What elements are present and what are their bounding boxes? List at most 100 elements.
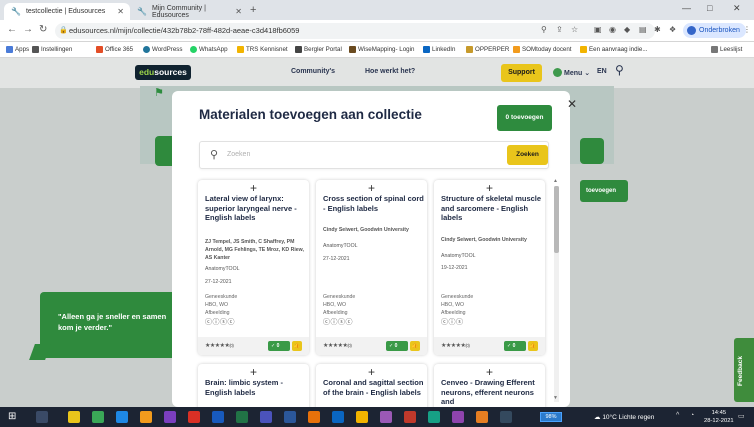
bookmark-wordpress[interactable]: WordPress [143, 46, 183, 53]
scroll-up-icon[interactable]: ▲ [553, 178, 558, 184]
zoom-icon[interactable]: ⚲ [541, 25, 547, 34]
card-title[interactable]: Structure of skeletal muscle and sarcome… [441, 194, 542, 223]
extension-icon[interactable]: ◆ [624, 25, 630, 34]
nav-how-it-works[interactable]: Hoe werkt het? [365, 68, 415, 75]
app-icon[interactable] [92, 411, 104, 423]
card-title[interactable]: Cenveo - Drawing Efferent neurons, effer… [441, 378, 542, 407]
teams-icon[interactable] [260, 411, 272, 423]
app-icon[interactable] [140, 411, 152, 423]
collection-count-badge[interactable]: ✓ 0 [504, 341, 526, 351]
edusources-logo[interactable]: edusources [135, 65, 191, 80]
bookmark-somtoday[interactable]: SOMtoday docent [513, 46, 572, 53]
material-card[interactable]: + Structure of skeletal muscle and sarco… [434, 180, 545, 355]
material-card[interactable]: + Cenveo - Drawing Efferent neurons, eff… [434, 364, 545, 407]
bookmark-linkedin[interactable]: LinkedIn [423, 46, 455, 53]
word-icon[interactable] [212, 411, 224, 423]
network-icon[interactable]: ◔ [690, 412, 694, 419]
search-icon[interactable]: ⚲ [615, 63, 624, 77]
forward-icon[interactable]: → [23, 24, 33, 35]
puzzle-icon[interactable]: ❖ [669, 25, 676, 34]
app-icon[interactable] [404, 411, 416, 423]
extension-icon[interactable]: ◉ [609, 25, 616, 34]
card-title[interactable]: Brain: limbic system - English labels [205, 378, 306, 397]
bookmark-office365[interactable]: Office 365 [96, 46, 133, 53]
bookmark-whatsapp[interactable]: WhatsApp [190, 46, 228, 53]
bookmark-wisemapping[interactable]: WiseMapping- Login [349, 46, 414, 53]
search-input[interactable]: ⚲ Zoeken Zoeken [199, 141, 549, 169]
browser-tab[interactable]: 🔧 Mijn Community | Edusources ✕ [130, 3, 248, 20]
add-selected-button[interactable]: 0 toevoegen [497, 105, 552, 131]
menu-button[interactable]: Menu ⌄ [553, 68, 590, 77]
app-icon[interactable] [452, 411, 464, 423]
app-icon[interactable] [164, 411, 176, 423]
tray-arrow-icon[interactable]: ^ [676, 412, 679, 419]
close-icon[interactable]: ✕ [117, 7, 124, 16]
minimize-icon[interactable]: — [682, 3, 691, 13]
app-icon[interactable] [476, 411, 488, 423]
feedback-tab[interactable]: Feedback [734, 338, 754, 402]
file-explorer-icon[interactable] [68, 411, 80, 423]
reading-list[interactable]: Leeslijst [711, 46, 742, 53]
collection-count-badge[interactable]: ✓ 0 [386, 341, 408, 351]
material-card[interactable]: + Lateral view of larynx: superior laryn… [198, 180, 309, 355]
support-button[interactable]: Support [501, 64, 542, 82]
scrollbar-thumb[interactable] [554, 186, 559, 253]
bookmark-trs-kennisnet[interactable]: TRS Kennisnet [237, 46, 288, 53]
extension-icon[interactable]: ▣ [594, 25, 602, 34]
card-title[interactable]: Cross section of spinal cord - English l… [323, 194, 424, 213]
app-icon[interactable] [380, 411, 392, 423]
app-icon[interactable] [356, 411, 368, 423]
url-field[interactable]: 🔒 edusources.nl/mijn/collectie/432b78b2-… [55, 23, 655, 39]
windows-start-icon[interactable]: ⊞ [8, 411, 16, 422]
language-switch[interactable]: EN [597, 68, 607, 75]
scroll-down-icon[interactable]: ▼ [553, 395, 558, 401]
notification-icon[interactable]: ▭ [738, 412, 745, 420]
bookmark-instellingen[interactable]: Instellingen [32, 46, 72, 53]
card-title[interactable]: Coronal and sagittal section of the brai… [323, 378, 424, 397]
search-button[interactable]: Zoeken [507, 145, 548, 165]
app-icon[interactable] [284, 411, 296, 423]
close-icon[interactable]: ✕ [567, 97, 577, 111]
material-card[interactable]: + Cross section of spinal cord - English… [316, 180, 427, 355]
star-icon[interactable]: ☆ [571, 25, 578, 34]
battery-indicator[interactable]: 98% [540, 412, 562, 422]
add-icon[interactable]: + [316, 180, 427, 194]
bookmark-bergler[interactable]: Bergler Portal [295, 46, 342, 53]
weather-widget[interactable]: ☁ 10°C Lichte regen [594, 413, 654, 421]
maximize-icon[interactable]: □ [707, 3, 712, 13]
bookmark-aanvraag[interactable]: Een aanvraag indie... [580, 46, 647, 53]
reload-icon[interactable]: ↻ [39, 24, 47, 35]
app-icon[interactable] [428, 411, 440, 423]
kebab-menu-icon[interactable]: ⋮ [743, 25, 751, 34]
extension-icon[interactable]: ✱ [654, 25, 661, 34]
app-icon[interactable] [500, 411, 512, 423]
add-icon[interactable]: + [434, 364, 545, 378]
nav-communities[interactable]: Community's [291, 68, 335, 75]
task-view-icon[interactable] [36, 411, 48, 423]
extension-icon[interactable]: ▤ [639, 25, 647, 34]
system-clock[interactable]: 14:45 28-12-2021 [704, 410, 734, 425]
add-icon[interactable]: + [198, 180, 309, 194]
add-icon[interactable]: + [198, 364, 309, 378]
card-title[interactable]: Lateral view of larynx: superior larynge… [205, 194, 306, 223]
material-card[interactable]: + Brain: limbic system - English labels [198, 364, 309, 407]
like-icon[interactable]: 👍 [528, 341, 538, 351]
like-icon[interactable]: 👍 [410, 341, 420, 351]
add-icon[interactable]: + [434, 180, 545, 194]
app-icon[interactable] [188, 411, 200, 423]
close-icon[interactable]: ✕ [235, 7, 242, 16]
browser-tab[interactable]: 🔧 testcollectie | Edusources ✕ [4, 3, 130, 20]
share-icon[interactable]: ⇪ [556, 25, 563, 34]
excel-icon[interactable] [236, 411, 248, 423]
app-icon[interactable] [332, 411, 344, 423]
new-tab-icon[interactable]: + [250, 4, 256, 16]
app-icon[interactable] [308, 411, 320, 423]
add-icon[interactable]: + [316, 364, 427, 378]
bookmark-opperper[interactable]: OPPERPER [466, 46, 509, 53]
material-card[interactable]: + Coronal and sagittal section of the br… [316, 364, 427, 407]
close-window-icon[interactable]: ✕ [733, 3, 741, 14]
profile-button[interactable]: Onderbroken [683, 23, 746, 38]
collection-count-badge[interactable]: ✓ 0 [268, 341, 290, 351]
bookmark-apps[interactable]: Apps [6, 46, 29, 53]
back-icon[interactable]: ← [7, 24, 17, 35]
